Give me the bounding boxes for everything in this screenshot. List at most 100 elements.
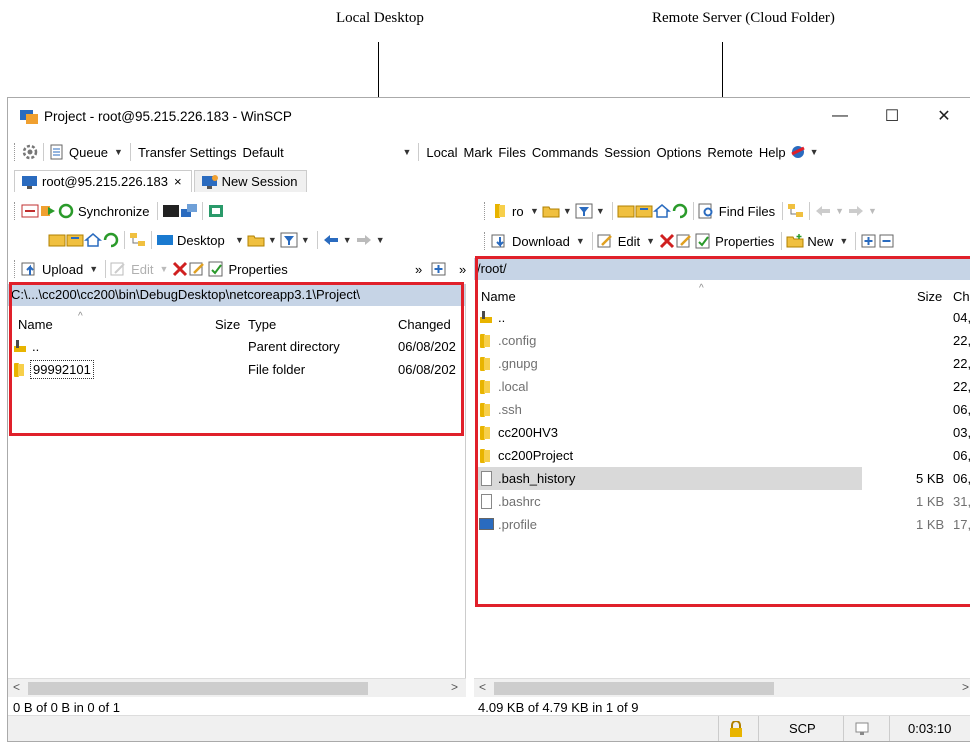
remote-new-button[interactable]: New <box>804 234 836 249</box>
remote-drive-select[interactable]: ro <box>509 204 527 219</box>
remote-col-changed[interactable]: Ch <box>953 289 970 304</box>
tab-close-icon[interactable]: × <box>171 174 185 189</box>
local-drive-dropdown-icon[interactable]: ▼ <box>232 235 247 245</box>
back-dropdown-icon[interactable]: ▼ <box>340 235 355 245</box>
upload-button[interactable]: Upload <box>39 262 86 277</box>
filter-icon[interactable] <box>280 232 298 248</box>
local-properties-button[interactable]: Properties <box>225 262 290 277</box>
delete-icon[interactable] <box>171 261 189 277</box>
remote-rename-icon[interactable] <box>676 233 694 249</box>
table-row[interactable]: .gnupg 22, <box>474 352 970 375</box>
table-row[interactable]: .ssh 06, <box>474 398 970 421</box>
table-row[interactable]: .profile 1 KB 17, <box>474 513 970 536</box>
home-icon[interactable] <box>83 232 103 248</box>
remote-edit-dropdown-icon[interactable]: ▼ <box>643 236 658 246</box>
scroll-right-icon[interactable]: > <box>451 680 458 694</box>
remote-path-bar[interactable]: /root/ <box>474 258 970 280</box>
back-arrow-icon[interactable] <box>322 232 340 248</box>
scroll-thumb[interactable] <box>28 682 368 695</box>
remote-forward-arrow-icon[interactable] <box>847 203 865 219</box>
local-col-name[interactable]: Name <box>18 317 53 332</box>
local-edit-dropdown-icon[interactable]: ▼ <box>157 264 172 274</box>
terminal-icon[interactable] <box>162 203 180 219</box>
table-row[interactable]: .bash_history 5 KB 06, <box>474 467 970 490</box>
local-toolbar-overflow[interactable]: » <box>412 262 425 277</box>
table-row[interactable]: .bashrc 1 KB 31, <box>474 490 970 513</box>
remote-root-directory-icon[interactable] <box>635 203 653 219</box>
rename-icon[interactable] <box>189 261 207 277</box>
remote-col-name[interactable]: Name <box>481 289 516 304</box>
gear-icon[interactable] <box>21 144 39 160</box>
tab-session[interactable]: root@95.215.226.183 × <box>14 170 192 192</box>
scroll-left-icon[interactable]: < <box>479 680 486 694</box>
parent-directory-icon[interactable] <box>48 232 66 248</box>
table-row[interactable]: 99992101 File folder 06/08/202 <box>8 358 465 381</box>
preferences-icon[interactable] <box>207 203 225 219</box>
remote-open-folder-dropdown-icon[interactable]: ▼ <box>560 206 575 216</box>
new-item-icon[interactable] <box>430 261 448 277</box>
remote-edit-button[interactable]: Edit <box>615 234 643 249</box>
scroll-thumb[interactable] <box>494 682 774 695</box>
menu-commands[interactable]: Commands <box>529 145 601 160</box>
remote-back-arrow-icon[interactable] <box>814 203 832 219</box>
remote-filter-dropdown-icon[interactable]: ▼ <box>593 206 608 216</box>
tree-icon[interactable] <box>129 232 147 248</box>
keep-up-to-date-icon[interactable] <box>39 203 57 219</box>
transfer-settings-select[interactable]: Default <box>239 145 399 160</box>
table-row[interactable]: cc200HV3 03, <box>474 421 970 444</box>
local-col-type[interactable]: Type <box>248 317 276 332</box>
root-directory-icon[interactable] <box>66 232 84 248</box>
tab-new-session[interactable]: New Session <box>193 170 308 192</box>
menu-local[interactable]: Local <box>423 145 460 160</box>
table-row[interactable]: .config 22, <box>474 329 970 352</box>
putty-icon[interactable] <box>180 203 198 219</box>
forward-arrow-icon[interactable] <box>355 232 373 248</box>
table-row[interactable]: .. 04, <box>474 306 970 329</box>
menu-options[interactable]: Options <box>654 145 705 160</box>
collapse-icon[interactable] <box>878 233 896 249</box>
synchronize-button[interactable]: Synchronize <box>75 204 153 219</box>
local-toolbar-overflow-2[interactable]: » <box>456 262 469 277</box>
upload-dropdown-icon[interactable]: ▼ <box>86 264 101 274</box>
local-edit-button[interactable]: Edit <box>128 262 156 277</box>
remote-home-icon[interactable] <box>652 203 671 219</box>
refresh-icon[interactable] <box>102 232 120 248</box>
remote-open-folder-icon[interactable] <box>542 203 560 219</box>
download-button[interactable]: Download <box>509 234 573 249</box>
transfer-settings-label[interactable]: Transfer Settings <box>135 145 240 160</box>
menu-mark[interactable]: Mark <box>460 145 495 160</box>
find-files-button[interactable]: Find Files <box>716 204 778 219</box>
remote-new-dropdown-icon[interactable]: ▼ <box>836 236 851 246</box>
globe-dropdown-icon[interactable]: ▼ <box>807 147 822 157</box>
close-button[interactable]: ✕ <box>918 98 970 134</box>
forward-dropdown-icon[interactable]: ▼ <box>373 235 388 245</box>
table-row[interactable]: .. Parent directory 06/08/202 <box>8 335 465 358</box>
menu-remote[interactable]: Remote <box>704 145 756 160</box>
remote-drive-dropdown-icon[interactable]: ▼ <box>527 206 542 216</box>
filter-dropdown-icon[interactable]: ▼ <box>298 235 313 245</box>
open-folder-dropdown-icon[interactable]: ▼ <box>265 235 280 245</box>
menu-session[interactable]: Session <box>601 145 653 160</box>
remote-back-dropdown-icon[interactable]: ▼ <box>832 206 847 216</box>
local-path-bar[interactable]: C:\...\cc200\cc200\bin\DebugDesktop\netc… <box>8 284 465 306</box>
remote-properties-button[interactable]: Properties <box>712 234 777 249</box>
remote-forward-dropdown-icon[interactable]: ▼ <box>865 206 880 216</box>
local-col-changed[interactable]: Changed <box>398 317 451 332</box>
remote-filter-icon[interactable] <box>575 203 593 219</box>
network-globe-icon[interactable] <box>789 144 807 160</box>
download-dropdown-icon[interactable]: ▼ <box>573 236 588 246</box>
remote-parent-directory-icon[interactable] <box>617 203 635 219</box>
remote-delete-icon[interactable] <box>658 233 676 249</box>
remote-tree-icon[interactable] <box>787 203 805 219</box>
local-drive-select[interactable]: Desktop <box>174 233 232 248</box>
local-horizontal-scrollbar[interactable]: < > <box>8 678 466 697</box>
minimize-button[interactable]: — <box>814 98 866 134</box>
menu-files[interactable]: Files <box>495 145 528 160</box>
scroll-left-icon[interactable]: < <box>13 680 20 694</box>
remote-horizontal-scrollbar[interactable]: < > <box>474 678 970 697</box>
local-col-size[interactable]: Size <box>215 317 240 332</box>
table-row[interactable]: cc200Project 06, <box>474 444 970 467</box>
queue-button[interactable]: Queue <box>66 145 111 160</box>
expand-icon[interactable] <box>860 233 878 249</box>
remote-refresh-icon[interactable] <box>671 203 689 219</box>
